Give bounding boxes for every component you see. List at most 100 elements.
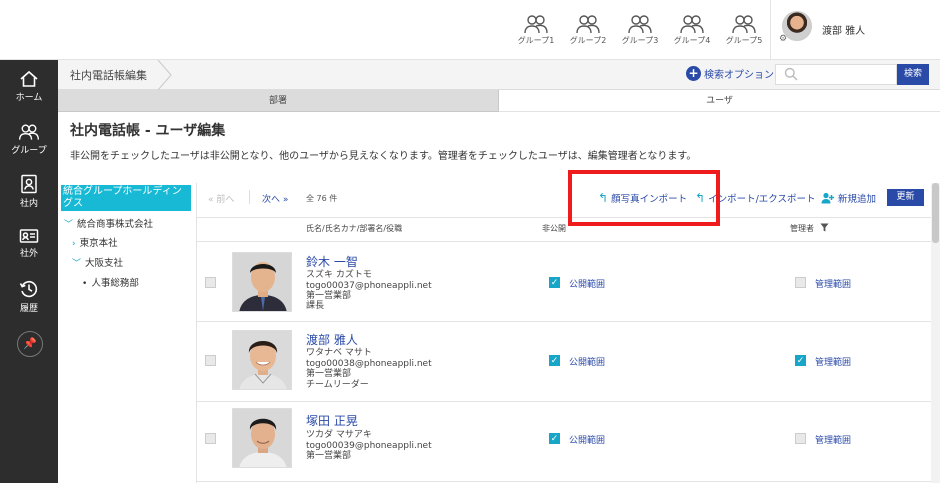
bullet-icon: •	[82, 279, 88, 289]
user-name-link[interactable]: 塚田 正晃	[306, 412, 358, 429]
column-header-private[interactable]: 非公開	[542, 223, 566, 234]
tab-department[interactable]: 部署	[58, 90, 499, 112]
user-department: 第一営業部	[306, 451, 352, 461]
tab-user[interactable]: ユーザ	[499, 90, 940, 112]
group-5-button[interactable]: グループ5	[722, 14, 766, 46]
tree-root-item[interactable]: 統合グループホールディングス	[61, 185, 191, 211]
chevron-down-icon: ﹀	[72, 259, 82, 269]
sidebar-item-label: ホーム	[15, 93, 43, 103]
admin-checkbox[interactable]	[795, 433, 806, 444]
row-select-checkbox[interactable]	[205, 277, 216, 288]
sidebar-item-group[interactable]: グループ	[0, 123, 58, 156]
admin-header-label: 管理者	[790, 224, 814, 233]
user-photo	[232, 252, 292, 312]
history-icon	[19, 280, 38, 298]
admin-checkbox[interactable]	[795, 277, 806, 288]
divider	[249, 190, 250, 204]
filter-icon[interactable]	[819, 223, 829, 232]
user-role: 課長	[306, 301, 325, 311]
group-4-button[interactable]: グループ4	[670, 14, 714, 46]
public-scope-link[interactable]: 公開範囲	[569, 433, 605, 446]
pin-icon[interactable]: 📌	[17, 331, 43, 357]
user-email: togo00037@phoneappli.net	[306, 281, 432, 291]
sidebar-item-label: 履歴	[19, 304, 38, 314]
user-department: 第一営業部	[306, 369, 352, 379]
user-photo	[232, 330, 292, 390]
import-export-label: インポート/エクスポート	[708, 194, 816, 205]
search-button[interactable]: 検索	[897, 64, 929, 85]
refresh-button[interactable]: 更新	[887, 189, 924, 206]
user-kana: スズキ カズトモ	[306, 270, 372, 280]
row-select-checkbox[interactable]	[205, 433, 216, 444]
home-icon	[20, 70, 38, 87]
admin-scope-link[interactable]: 管理範囲	[815, 277, 851, 290]
next-page-button[interactable]: 次へ »	[262, 192, 288, 205]
public-scope-link[interactable]: 公開範囲	[569, 355, 605, 368]
plus-circle-icon: +	[686, 66, 701, 81]
scrollbar-thumb[interactable]	[932, 183, 939, 243]
sidebar-item-history[interactable]: 履歴	[0, 279, 58, 314]
column-header-admin[interactable]: 管理者	[790, 223, 829, 234]
next-label: 次へ	[262, 195, 281, 205]
private-checkbox[interactable]: ✓	[549, 433, 560, 444]
sidebar-item-internal[interactable]: 社内	[0, 174, 58, 209]
chevron-down-icon: ﹀	[64, 220, 74, 230]
group-3-button[interactable]: グループ3	[618, 14, 662, 46]
search-options-link[interactable]: + 検索オプション	[686, 66, 774, 81]
tree-item[interactable]: › 東京本社	[72, 235, 118, 249]
user-name[interactable]: 渡部 雅人	[822, 22, 865, 37]
chevron-right-icon	[157, 60, 172, 90]
group-1-button[interactable]: グループ1	[514, 14, 558, 46]
highlight-box	[568, 170, 720, 226]
prev-page-button[interactable]: « 前へ	[208, 192, 234, 205]
search-icon	[784, 67, 798, 81]
user-department: 第一営業部	[306, 291, 352, 301]
row-select-checkbox[interactable]	[205, 355, 216, 366]
sidebar-item-external[interactable]: 社外	[0, 228, 58, 259]
tree-item[interactable]: • 人事総務部	[82, 275, 139, 289]
group-2-button[interactable]: グループ2	[566, 14, 610, 46]
search-options-label: 検索オプション	[704, 70, 774, 81]
total-count: 全 76 件	[306, 194, 338, 203]
chevron-right-icon: ›	[72, 239, 76, 249]
user-name-link[interactable]: 鈴木 一智	[306, 253, 358, 270]
tree-item[interactable]: ﹀ 大阪支社	[72, 255, 123, 269]
group-icon	[524, 15, 548, 34]
sidebar-item-label: グループ	[11, 146, 47, 156]
user-photo	[232, 408, 292, 468]
user-email: togo00038@phoneappli.net	[306, 359, 432, 369]
add-user-button[interactable]: 新規追加	[821, 191, 876, 205]
page-title: 社内電話帳 - ユーザ編集	[70, 123, 226, 139]
group-label: グループ3	[621, 36, 659, 45]
admin-scope-link[interactable]: 管理範囲	[815, 433, 851, 446]
private-checkbox[interactable]: ✓	[549, 277, 560, 288]
add-user-icon	[821, 192, 834, 204]
gear-icon[interactable]: ⚙	[779, 34, 787, 44]
admin-scope-link[interactable]: 管理範囲	[815, 355, 851, 368]
tree-item-label: 統合商事株式会社	[77, 219, 154, 230]
group-icon	[732, 15, 756, 34]
prev-label: 前へ	[216, 195, 235, 205]
divider	[770, 0, 771, 60]
tree-item-label: 大阪支社	[85, 258, 124, 269]
group-icon	[680, 15, 704, 34]
tree-item-label: 人事総務部	[91, 278, 139, 289]
admin-checkbox[interactable]: ✓	[795, 355, 806, 366]
id-card-icon	[19, 229, 39, 243]
group-label: グループ2	[569, 36, 607, 45]
user-kana: ツカダ マサアキ	[306, 430, 372, 440]
group-label: グループ4	[673, 36, 711, 45]
sidebar-item-label: 社外	[19, 249, 38, 259]
add-new-label: 新規追加	[838, 194, 877, 205]
sidebar-item-home[interactable]: ホーム	[0, 70, 58, 103]
breadcrumb[interactable]: 社内電話帳編集	[70, 67, 147, 83]
sidebar-item-label: 社内	[19, 199, 38, 209]
tree-item[interactable]: ﹀ 統合商事株式会社	[64, 216, 153, 230]
user-name-link[interactable]: 渡部 雅人	[306, 331, 358, 348]
public-scope-link[interactable]: 公開範囲	[569, 277, 605, 290]
user-kana: ワタナベ マサト	[306, 348, 372, 358]
column-header-name: 氏名/氏名カナ/部署名/役職	[306, 224, 403, 233]
group-label: グループ5	[725, 36, 763, 45]
private-checkbox[interactable]: ✓	[549, 355, 560, 366]
page-description: 非公開をチェックしたユーザは非公開となり、他のユーザから見えなくなります。管理者…	[70, 151, 697, 162]
